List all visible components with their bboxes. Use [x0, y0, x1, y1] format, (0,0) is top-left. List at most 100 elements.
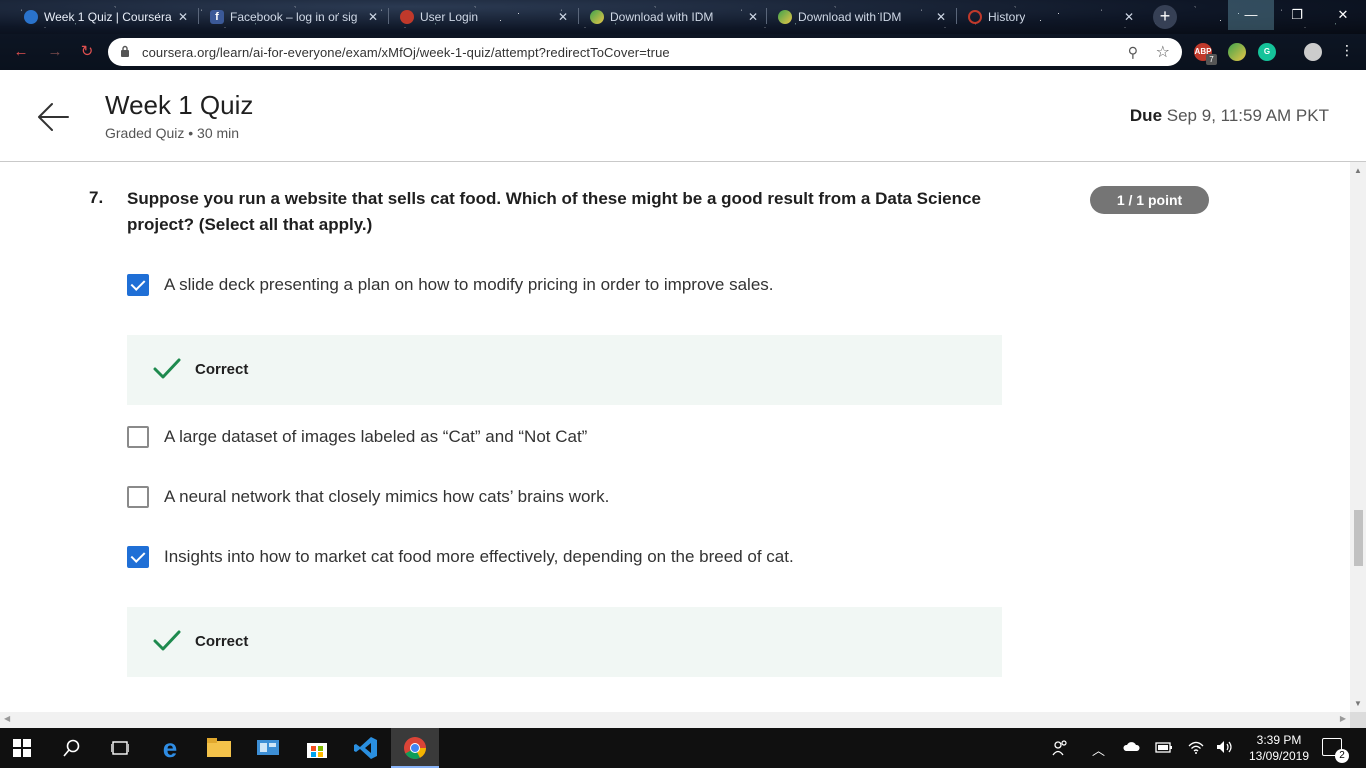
scroll-left-arrow-icon[interactable]: ◀ [4, 714, 10, 723]
maximize-button[interactable]: ❐ [1274, 0, 1320, 30]
search-icon[interactable] [58, 734, 86, 762]
facebook-icon: f [210, 10, 224, 24]
close-window-button[interactable]: ✕ [1320, 0, 1366, 30]
edge-icon[interactable]: e [156, 733, 184, 763]
idm-icon [778, 10, 792, 24]
tab-separator [198, 8, 199, 24]
grammarly-extension-icon[interactable]: G [1258, 43, 1276, 61]
tab-separator [956, 8, 957, 24]
idm-extension-icon[interactable] [1228, 43, 1246, 61]
checkbox-checked[interactable] [127, 274, 149, 296]
tab-coursera-quiz[interactable]: Week 1 Quiz | Coursera ✕ [14, 2, 196, 32]
horizontal-scrollbar[interactable]: ◀ ▶ [0, 712, 1350, 728]
close-icon[interactable]: ✕ [1124, 10, 1134, 24]
minimize-button[interactable]: — [1228, 0, 1274, 30]
battery-icon[interactable] [1155, 740, 1173, 757]
history-icon [968, 10, 982, 24]
notification-center-icon[interactable]: 2 [1322, 738, 1349, 763]
tab-download-idm-1[interactable]: Download with IDM ✕ [580, 2, 766, 32]
scroll-down-arrow-icon[interactable]: ▼ [1353, 699, 1363, 708]
notification-count: 2 [1335, 749, 1349, 763]
close-icon[interactable]: ✕ [748, 10, 758, 24]
tab-separator [388, 8, 389, 24]
back-button[interactable]: ← [12, 43, 30, 61]
due-label: Due [1129, 106, 1163, 125]
file-explorer-icon[interactable] [205, 734, 233, 762]
forward-button[interactable]: → [46, 43, 64, 61]
coursera-icon [24, 10, 38, 24]
windows-taskbar: e ︿ 3:39 PM 13/09/2019 2 [0, 728, 1366, 768]
profile-avatar[interactable] [1304, 43, 1322, 61]
quiz-content: 7. Suppose you run a website that sells … [0, 162, 1350, 712]
system-clock[interactable]: 3:39 PM 13/09/2019 [1244, 732, 1314, 764]
answer-option-text: A neural network that closely mimics how… [164, 487, 610, 506]
answer-option[interactable]: A large dataset of images labeled as “Ca… [127, 426, 587, 448]
wifi-icon[interactable] [1188, 740, 1204, 757]
scroll-right-arrow-icon[interactable]: ▶ [1340, 714, 1346, 723]
lock-icon [121, 45, 129, 57]
tab-history[interactable]: History ✕ [958, 2, 1142, 32]
tab-separator [578, 8, 579, 24]
tab-separator [766, 8, 767, 24]
question-number: 7. [89, 188, 104, 207]
due-value: Sep 9, 11:59 AM PKT [1166, 106, 1329, 125]
scrollbar-corner [1350, 712, 1366, 728]
onedrive-icon[interactable] [1122, 740, 1140, 755]
volume-icon[interactable] [1216, 740, 1234, 757]
points-badge: 1 / 1 point [1090, 186, 1209, 214]
close-icon[interactable]: ✕ [558, 10, 568, 24]
answer-option-text: A slide deck presenting a plan on how to… [164, 275, 774, 294]
feedback-correct: Correct [127, 607, 1002, 677]
vscode-icon[interactable] [352, 734, 380, 762]
bookmark-star-icon[interactable]: ☆ [1156, 42, 1170, 62]
feedback-correct: Correct [127, 335, 1002, 405]
windows-start-icon[interactable] [8, 734, 36, 762]
extension-badge: 7 [1206, 54, 1217, 65]
clock-date: 13/09/2019 [1248, 749, 1310, 763]
address-bar[interactable]: coursera.org/learn/ai-for-everyone/exam/… [108, 38, 1182, 66]
close-icon[interactable]: ✕ [936, 10, 946, 24]
checkbox-unchecked[interactable] [127, 486, 149, 508]
checkmark-icon [153, 630, 181, 651]
browser-menu-icon[interactable]: ⋮ [1340, 42, 1354, 59]
close-icon[interactable]: ✕ [368, 10, 378, 24]
zoom-icon[interactable]: ⚲ [1128, 44, 1138, 61]
user-login-icon [400, 10, 414, 24]
browser-tab-strip: Week 1 Quiz | Coursera ✕ f Facebook – lo… [0, 0, 1366, 34]
clock-time: 3:39 PM [1256, 733, 1302, 747]
feedback-label: Correct [195, 361, 249, 378]
vertical-scrollbar[interactable]: ▲ ▼ [1350, 162, 1366, 712]
control-panel-icon[interactable] [254, 734, 282, 762]
scrollbar-thumb[interactable] [1354, 510, 1363, 566]
people-icon[interactable] [1052, 740, 1068, 759]
new-tab-button[interactable]: + [1153, 5, 1177, 29]
idm-icon [590, 10, 604, 24]
chrome-icon[interactable] [401, 734, 429, 762]
page-title: Week 1 Quiz [105, 90, 254, 120]
quiz-meta: Graded Quiz • 30 min [105, 125, 240, 141]
checkbox-unchecked[interactable] [127, 426, 149, 448]
microsoft-store-icon[interactable] [303, 734, 331, 762]
scroll-up-arrow-icon[interactable]: ▲ [1353, 166, 1363, 175]
tab-facebook[interactable]: f Facebook – log in or sig ✕ [200, 2, 386, 32]
checkmark-icon [153, 358, 181, 379]
task-view-icon[interactable] [106, 734, 134, 762]
browser-toolbar: ← → ↻ coursera.org/learn/ai-for-everyone… [0, 34, 1366, 70]
tab-download-idm-2[interactable]: Download with IDM ✕ [768, 2, 954, 32]
tab-user-login[interactable]: User Login ✕ [390, 2, 576, 32]
answer-option-text: A large dataset of images labeled as “Ca… [164, 427, 588, 446]
feedback-label: Correct [195, 633, 249, 650]
url-text: coursera.org/learn/ai-for-everyone/exam/… [142, 45, 670, 60]
quiz-header: Week 1 Quiz Graded Quiz • 30 min Due Sep… [0, 70, 1366, 162]
question-text: Suppose you run a website that sells cat… [127, 189, 981, 234]
chevron-up-icon[interactable]: ︿ [1092, 740, 1105, 759]
reload-button[interactable]: ↻ [78, 43, 96, 61]
answer-option[interactable]: A slide deck presenting a plan on how to… [127, 274, 774, 296]
back-arrow-icon[interactable] [36, 100, 70, 134]
checkbox-checked[interactable] [127, 546, 149, 568]
close-icon[interactable]: ✕ [178, 10, 188, 24]
answer-option-text: Insights into how to market cat food mor… [164, 547, 794, 566]
answer-option[interactable]: Insights into how to market cat food mor… [127, 546, 794, 568]
answer-option[interactable]: A neural network that closely mimics how… [127, 486, 609, 508]
due-date: Due Sep 9, 11:59 AM PKT [1130, 106, 1329, 126]
